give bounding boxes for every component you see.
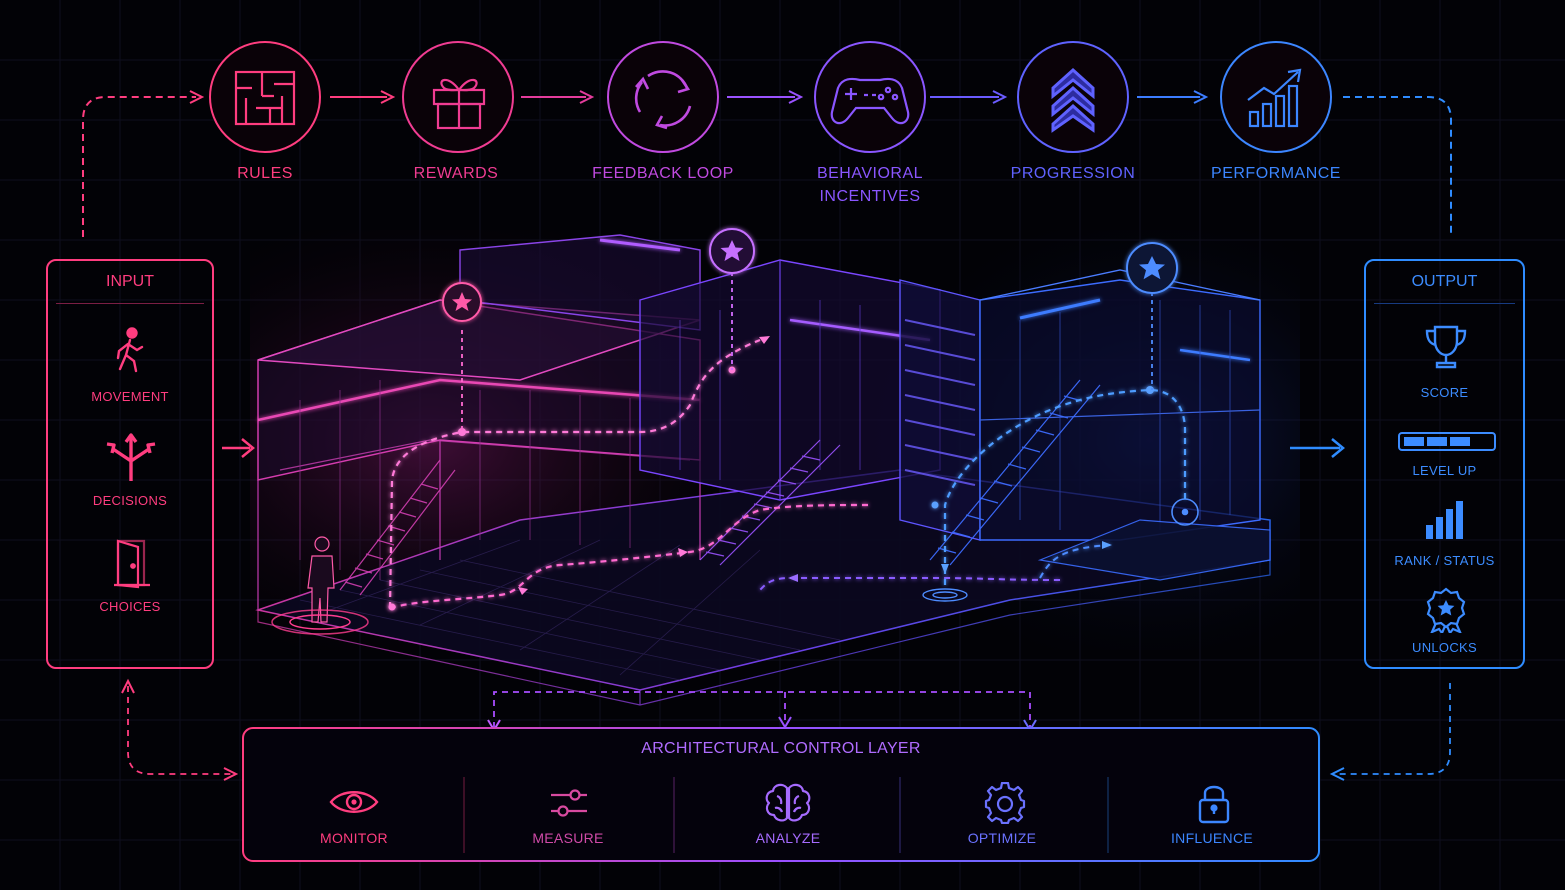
badge-star-icon bbox=[1426, 587, 1466, 633]
control-label-measure: MEASURE bbox=[532, 830, 604, 846]
output-panel: OUTPUT SCORE LEVEL UP RANK / STATUS UNLO… bbox=[1364, 259, 1525, 669]
output-label-score: SCORE bbox=[1420, 385, 1469, 400]
control-label-analyze: ANALYZE bbox=[755, 830, 821, 846]
input-panel: INPUT MOVEMENT DECISIONS CHOICES bbox=[46, 259, 214, 669]
flow-label-incentives: INCENTIVES bbox=[819, 188, 921, 205]
flow-label-progression: PROGRESSION bbox=[1010, 165, 1136, 182]
architectural-control-layer: ARCHITECTURAL CONTROL LAYER MONITOR MEAS… bbox=[242, 727, 1320, 862]
sliders-icon bbox=[551, 789, 587, 817]
flow-step-behavioral-incentives bbox=[814, 41, 926, 153]
output-label-level-up: LEVEL UP bbox=[1412, 463, 1477, 478]
flow-label-performance: PERFORMANCE bbox=[1211, 165, 1341, 182]
brain-icon bbox=[765, 783, 811, 822]
flow-step-rules bbox=[209, 41, 321, 153]
flow-label-feedback-loop: FEEDBACK LOOP bbox=[592, 165, 734, 182]
input-label-choices: CHOICES bbox=[99, 599, 161, 614]
control-label-influence: INFLUENCE bbox=[1170, 830, 1254, 846]
branching-arrows-icon bbox=[106, 433, 156, 481]
input-label-movement: MOVEMENT bbox=[91, 389, 169, 404]
flow-step-feedback-loop bbox=[607, 41, 719, 153]
bar-rank-icon bbox=[1426, 501, 1463, 539]
progress-bar-icon bbox=[1398, 432, 1496, 451]
control-label-optimize: OPTIMIZE bbox=[967, 830, 1037, 846]
eye-icon bbox=[329, 791, 379, 813]
gear-icon bbox=[984, 782, 1026, 824]
right-tower bbox=[899, 279, 981, 541]
trophy-icon bbox=[1425, 325, 1467, 369]
input-label-decisions: DECISIONS bbox=[92, 493, 168, 508]
flow-label-behavioral: BEHAVIORAL bbox=[816, 165, 924, 182]
flow-step-progression bbox=[1017, 41, 1129, 153]
control-label-monitor: MONITOR bbox=[320, 830, 388, 846]
control-layer-title: ARCHITECTURAL CONTROL LAYER bbox=[641, 740, 921, 757]
flow-label-rewards: REWARDS bbox=[413, 165, 499, 182]
center-block bbox=[639, 259, 941, 501]
gamification-architecture-diagram: RULES REWARDS FEEDBACK LOOP BEHAVIORAL I… bbox=[0, 0, 1565, 890]
lock-icon bbox=[1198, 785, 1230, 824]
walking-person-icon bbox=[116, 327, 144, 373]
flow-step-performance bbox=[1220, 41, 1332, 153]
flow-step-rewards bbox=[402, 41, 514, 153]
building-illustration bbox=[250, 228, 1300, 706]
flow-label-rules: RULES bbox=[237, 165, 293, 182]
door-icon bbox=[114, 539, 150, 589]
input-to-scene-arrow bbox=[222, 438, 255, 458]
output-label-rank-status: RANK / STATUS bbox=[1394, 553, 1495, 568]
output-panel-title: OUTPUT bbox=[1411, 273, 1478, 290]
output-label-unlocks: UNLOCKS bbox=[1412, 640, 1477, 655]
input-panel-title: INPUT bbox=[106, 273, 154, 290]
